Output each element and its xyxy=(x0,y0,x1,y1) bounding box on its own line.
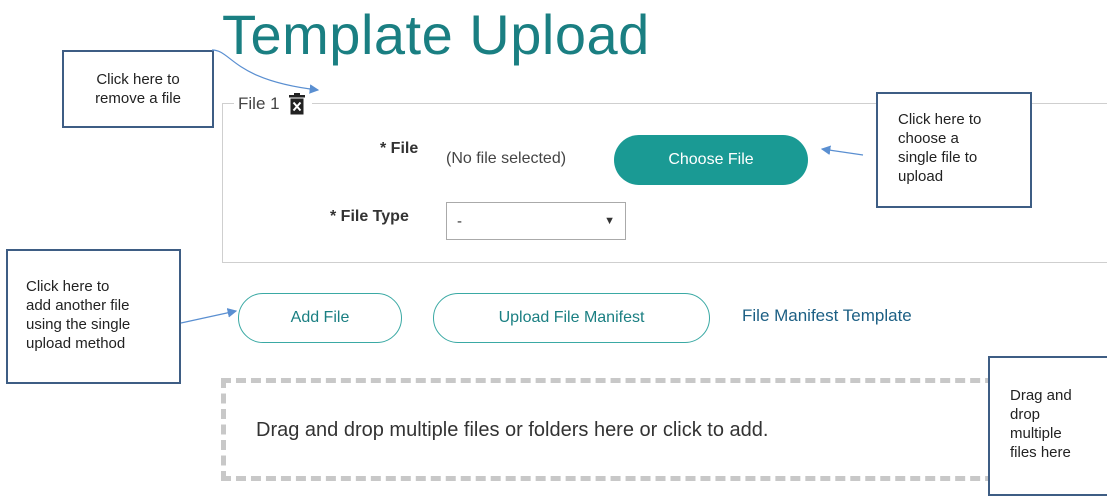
callout-line: Drag and xyxy=(1010,387,1072,404)
upload-manifest-button[interactable]: Upload File Manifest xyxy=(433,293,710,343)
manifest-template-link[interactable]: File Manifest Template xyxy=(742,306,912,326)
callout-line: upload method xyxy=(26,335,126,352)
choose-file-button[interactable]: Choose File xyxy=(614,135,808,185)
callout-drag: Drag and drop multiple files here xyxy=(988,356,1107,496)
callout-line: single file to xyxy=(898,149,978,166)
callout-line: remove a file xyxy=(95,90,181,107)
callout-line: drop xyxy=(1010,406,1041,423)
callout-choose: Click here to choose a single file to up… xyxy=(876,92,1032,208)
callout-add: Click here to add another file using the… xyxy=(6,249,181,384)
callout-line: using the single xyxy=(26,316,131,333)
file-legend: File 1 xyxy=(234,92,312,116)
file-legend-label: File 1 xyxy=(238,94,280,113)
callout-line: Click here to xyxy=(898,111,982,128)
file-type-select[interactable]: - ▼ xyxy=(446,202,626,240)
callout-remove: Click here to remove a file xyxy=(62,50,214,128)
file-type-value: - xyxy=(457,212,462,230)
page-title: Template Upload xyxy=(222,3,650,66)
arrow-add xyxy=(180,308,238,324)
callout-line: upload xyxy=(898,168,944,185)
file-label: * File xyxy=(380,140,419,157)
file-status: (No file selected) xyxy=(446,150,567,167)
callout-line: add another file xyxy=(26,297,130,314)
callout-line: Click here to xyxy=(96,71,180,88)
drop-zone-text: Drag and drop multiple files or folders … xyxy=(256,419,769,441)
callout-line: files here xyxy=(1010,444,1071,461)
callout-line: multiple xyxy=(1010,425,1062,442)
trash-icon[interactable] xyxy=(288,93,306,115)
callout-line: choose a xyxy=(898,130,959,147)
file-type-label: * File Type xyxy=(330,208,409,225)
add-file-button[interactable]: Add File xyxy=(238,293,402,343)
callout-line: Click here to xyxy=(26,278,110,295)
caret-down-icon: ▼ xyxy=(604,215,615,227)
